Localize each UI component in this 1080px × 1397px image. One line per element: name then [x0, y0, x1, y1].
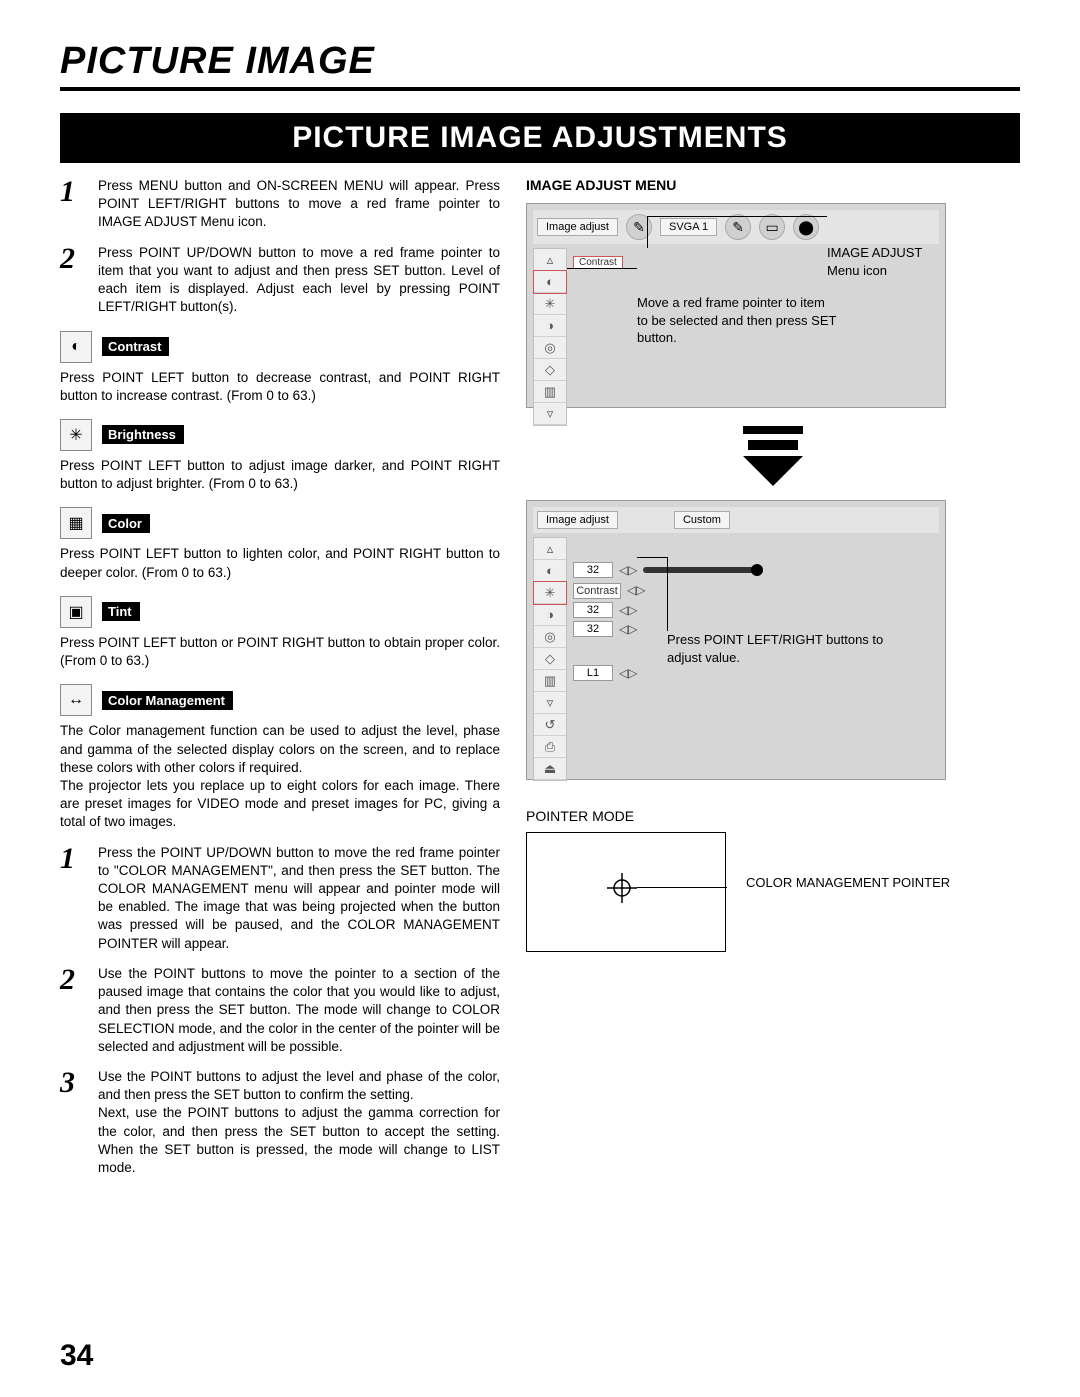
- annot-adjust-value: Press POINT LEFT/RIGHT buttons to adjust…: [667, 631, 887, 666]
- left-column: 1 Press MENU button and ON-SCREEN MENU w…: [60, 177, 500, 1189]
- slider-knob-icon[interactable]: ◁▷: [627, 583, 645, 597]
- adjust-tint: ▣ Tint Press POINT LEFT button or POINT …: [60, 596, 500, 670]
- adjust-color: ▦ Color Press POINT LEFT button to light…: [60, 507, 500, 581]
- side-color-icon[interactable]: ◑: [534, 315, 566, 337]
- slider-knob-icon[interactable]: ◁▷: [619, 563, 637, 577]
- side-reset-icon[interactable]: ↺: [534, 714, 566, 736]
- menu-icon-a[interactable]: ✎: [725, 214, 751, 240]
- side-color-icon[interactable]: ◑: [534, 604, 566, 626]
- brightness-icon: ✳: [60, 419, 92, 451]
- color-label: Color: [102, 514, 150, 533]
- adjust-contrast: ◐ Contrast Press POINT LEFT button to de…: [60, 331, 500, 405]
- step-b2: 2 Use the POINT buttons to move the poin…: [60, 965, 500, 1056]
- step-number: 3: [60, 1068, 84, 1177]
- value-tint: 32: [573, 621, 613, 637]
- leader-line: [637, 887, 727, 888]
- slider-row-color[interactable]: 32 ◁▷: [573, 602, 933, 618]
- step-text: Use the POINT buttons to move the pointe…: [98, 965, 500, 1056]
- slider-row-l1[interactable]: L1 ◁▷: [573, 665, 933, 681]
- step-a1: 1 Press MENU button and ON-SCREEN MENU w…: [60, 177, 500, 232]
- side-down-icon[interactable]: ▿: [534, 403, 566, 425]
- step-b3: 3 Use the POINT buttons to adjust the le…: [60, 1068, 500, 1177]
- menu-tab-image-adjust-2[interactable]: Image adjust: [537, 511, 618, 529]
- side-contrast-icon[interactable]: ◐: [534, 560, 566, 582]
- side-cm-icon[interactable]: ◇: [534, 359, 566, 381]
- side-brightness-icon[interactable]: ✳: [534, 293, 566, 315]
- menu-tab-custom[interactable]: Custom: [674, 511, 730, 529]
- tint-text: Press POINT LEFT button or POINT RIGHT b…: [60, 634, 500, 670]
- step-number: 1: [60, 177, 84, 232]
- slider-knob-icon[interactable]: ◁▷: [619, 622, 637, 636]
- step-number: 2: [60, 965, 84, 1056]
- contrast-icon: ◐: [60, 331, 92, 363]
- slider-bar[interactable]: [643, 567, 763, 573]
- pointer-mode-heading: POINTER MODE: [526, 808, 1020, 824]
- page-title: PICTURE IMAGE: [60, 40, 1020, 91]
- step-text: Press MENU button and ON-SCREEN MENU wil…: [98, 177, 500, 232]
- menu-icon-b[interactable]: ▭: [759, 214, 785, 240]
- side-tint-icon[interactable]: ◎: [534, 337, 566, 359]
- menu-top-bar: Image adjust Custom: [533, 507, 939, 533]
- menu-panel-2: Image adjust Custom ▵ ◐ ✳ ◑ ◎ ◇ ▥ ▿ ↺ ⎙ …: [526, 500, 946, 780]
- menu-side-icons-2: ▵ ◐ ✳ ◑ ◎ ◇ ▥ ▿ ↺ ⎙ ⏏: [533, 537, 567, 781]
- down-arrow-icon: [743, 426, 803, 486]
- menu-tab-image-adjust[interactable]: Image adjust: [537, 218, 618, 236]
- contrast-label: Contrast: [102, 337, 169, 356]
- side-quit-icon[interactable]: ⏏: [534, 758, 566, 780]
- brightness-text: Press POINT LEFT button to adjust image …: [60, 457, 500, 493]
- color-management-label: Color Management: [102, 691, 233, 710]
- side-down-icon[interactable]: ▿: [534, 692, 566, 714]
- section-banner: PICTURE IMAGE ADJUSTMENTS: [60, 113, 1020, 163]
- tint-label: Tint: [102, 602, 140, 621]
- side-store-icon[interactable]: ⎙: [534, 736, 566, 758]
- value-color: 32: [573, 602, 613, 618]
- menu-icon-adjust[interactable]: ✎: [626, 214, 652, 240]
- pointer-mode-box: [526, 832, 726, 952]
- pointer-label: COLOR MANAGEMENT POINTER: [746, 874, 950, 892]
- step-text: Press the POINT UP/DOWN button to move t…: [98, 844, 500, 953]
- step-text: Press POINT UP/DOWN button to move a red…: [98, 244, 500, 317]
- image-adjust-menu-heading: IMAGE ADJUST MENU: [526, 177, 1020, 193]
- adjust-brightness: ✳ Brightness Press POINT LEFT button to …: [60, 419, 500, 493]
- annot-move-pointer: Move a red frame pointer to item to be s…: [637, 294, 837, 347]
- right-column: IMAGE ADJUST MENU Image adjust ✎ SVGA 1 …: [526, 177, 1020, 1189]
- side-contrast-icon[interactable]: ◐: [534, 271, 566, 293]
- slider-row-contrast[interactable]: 32 ◁▷: [573, 562, 933, 578]
- side-cm-icon[interactable]: ◇: [534, 648, 566, 670]
- color-management-pointer-icon: [607, 873, 637, 903]
- value-l1: L1: [573, 665, 613, 681]
- step-text: Use the POINT buttons to adjust the leve…: [98, 1068, 500, 1177]
- step-number: 2: [60, 244, 84, 317]
- side-up-icon[interactable]: ▵: [534, 538, 566, 560]
- side-brightness-icon[interactable]: ✳: [534, 582, 566, 604]
- tint-icon: ▣: [60, 596, 92, 628]
- page-number: 34: [60, 1339, 93, 1373]
- menu-side-icons: ▵ ◐ ✳ ◑ ◎ ◇ ▥ ▿: [533, 248, 567, 426]
- menu-tab-svga1[interactable]: SVGA 1: [660, 218, 717, 236]
- slider-knob-icon[interactable]: ◁▷: [619, 603, 637, 617]
- color-icon: ▦: [60, 507, 92, 539]
- side-tint-icon[interactable]: ◎: [534, 626, 566, 648]
- contrast-text: Press POINT LEFT button to decrease cont…: [60, 369, 500, 405]
- brightness-label: Brightness: [102, 425, 184, 444]
- step-b1: 1 Press the POINT UP/DOWN button to move…: [60, 844, 500, 953]
- value-contrast: 32: [573, 562, 613, 578]
- menu-icon-c[interactable]: ⬤: [793, 214, 819, 240]
- value-brightness-tooltip: Contrast: [573, 583, 621, 599]
- annot-image-adjust-icon: IMAGE ADJUST Menu icon: [827, 244, 957, 279]
- color-text: Press POINT LEFT button to lighten color…: [60, 545, 500, 581]
- side-gamma-icon[interactable]: ▥: [534, 670, 566, 692]
- step-a2: 2 Press POINT UP/DOWN button to move a r…: [60, 244, 500, 317]
- adjust-color-management: ↔ Color Management The Color management …: [60, 684, 500, 831]
- color-management-icon: ↔: [60, 684, 92, 716]
- side-gamma-icon[interactable]: ▥: [534, 381, 566, 403]
- side-up-icon[interactable]: ▵: [534, 249, 566, 271]
- color-management-text: The Color management function can be use…: [60, 722, 500, 831]
- slider-knob-icon[interactable]: ◁▷: [619, 666, 637, 680]
- slider-row-brightness[interactable]: Contrast ◁▷: [573, 581, 933, 599]
- step-number: 1: [60, 844, 84, 953]
- menu-panel-1: Image adjust ✎ SVGA 1 ✎ ▭ ⬤ ▵ ◐ ✳ ◑ ◎ ◇ …: [526, 203, 946, 408]
